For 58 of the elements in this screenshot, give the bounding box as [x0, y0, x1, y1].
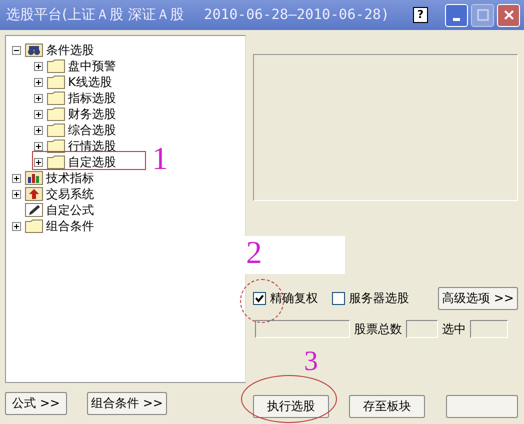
expand-icon[interactable]: [34, 110, 43, 118]
tree-item[interactable]: 技术指标: [46, 170, 94, 186]
tree-item[interactable]: 指标选股: [68, 90, 116, 106]
expand-icon[interactable]: [34, 94, 43, 102]
action-button[interactable]: 执行选股: [253, 395, 329, 418]
folder-icon: [47, 75, 65, 89]
date-range: 2010-06-28—2010-06-28): [204, 7, 390, 23]
collapse-icon[interactable]: [12, 46, 21, 54]
tree-item[interactable]: 综合选股: [68, 122, 116, 138]
step-number: 3: [304, 346, 318, 378]
count-label: 股票总数: [354, 320, 402, 338]
tree-item[interactable]: 交易系统: [46, 186, 94, 202]
count-label: 选中: [442, 320, 466, 338]
panel-button[interactable]: 公式 >>: [5, 392, 67, 415]
binoculars-icon: [25, 43, 43, 57]
checkbox-label: 精确复权: [270, 290, 318, 306]
panel-button[interactable]: 组合条件 >>: [87, 392, 167, 415]
tree-item[interactable]: 自定选股: [68, 154, 116, 170]
minimize-button[interactable]: [445, 4, 468, 26]
expand-icon[interactable]: [34, 126, 43, 134]
tree-item[interactable]: 组合条件: [46, 218, 94, 234]
count-field: [470, 320, 508, 338]
tree-item[interactable]: 条件选股: [46, 42, 94, 58]
tree-item[interactable]: 自定公式: [46, 202, 94, 218]
expand-icon[interactable]: [12, 190, 21, 198]
folder-icon: [47, 59, 65, 73]
tree-item[interactable]: K线选股: [68, 74, 112, 90]
folder-icon: [47, 155, 65, 169]
help-button[interactable]: ?: [413, 7, 428, 23]
folder-icon: [47, 91, 65, 105]
step-number: 2: [246, 236, 262, 268]
action-button[interactable]: 存至板块: [349, 395, 425, 418]
checkbox[interactable]: [332, 292, 345, 304]
advanced-options-button[interactable]: 高级选项 >>: [438, 286, 518, 310]
close-dialog-button[interactable]: [446, 395, 518, 418]
maximize-icon: [476, 9, 488, 21]
expand-icon[interactable]: [34, 78, 43, 86]
checkbox[interactable]: [253, 292, 266, 304]
minimize-icon: [453, 18, 460, 20]
close-icon: [502, 9, 514, 21]
pencil-icon: [25, 203, 43, 217]
count-field: [406, 320, 438, 338]
folder-icon: [47, 107, 65, 121]
tree-item[interactable]: 财务选股: [68, 106, 116, 122]
expand-icon[interactable]: [34, 142, 43, 150]
close-button[interactable]: [497, 4, 520, 26]
bar-chart-icon: [25, 171, 43, 185]
expand-icon[interactable]: [34, 62, 43, 70]
step-number: 1: [152, 142, 168, 174]
tree-item[interactable]: 盘中预警: [68, 58, 116, 74]
expand-icon[interactable]: [34, 158, 43, 166]
folder-icon: [25, 219, 43, 233]
expand-icon[interactable]: [12, 174, 21, 182]
expand-icon[interactable]: [12, 222, 21, 230]
window-title: 选股平台(上证Ａ股 深证Ａ股: [6, 6, 184, 24]
folder-icon: [47, 139, 65, 153]
folder-icon: [47, 123, 65, 137]
checkbox-label: 服务器选股: [349, 290, 409, 306]
